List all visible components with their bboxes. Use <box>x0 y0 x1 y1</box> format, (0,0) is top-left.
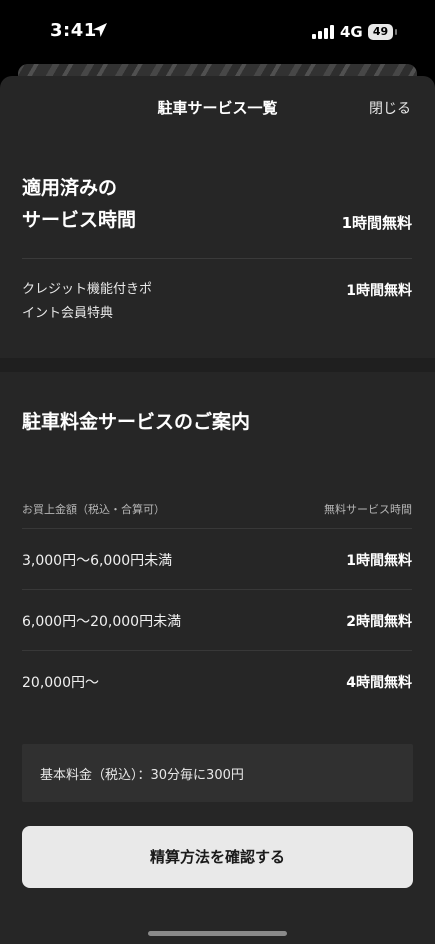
table-row: 3,000円〜6,000円未満 1時間無料 <box>22 528 412 589</box>
row-amount: 20,000円〜 <box>22 675 99 691</box>
row-amount: 3,000円〜6,000円未満 <box>22 553 173 569</box>
home-indicator <box>148 931 287 936</box>
row-free-time: 2時間無料 <box>346 614 412 630</box>
column-header-amount: お買上金額（税込・合算可） <box>22 503 165 516</box>
base-fee-text: 基本料金（税込）：30分毎に300円 <box>40 768 244 783</box>
applied-item-value: 1時間無料 <box>346 283 412 299</box>
divider <box>22 258 412 259</box>
close-button[interactable]: 閉じる <box>369 98 411 118</box>
applied-item-label: クレジット機能付きポ イント会員特典 <box>22 278 192 326</box>
applied-item-label-line2: イント会員特典 <box>22 306 114 321</box>
battery-level: 49 <box>368 24 393 40</box>
battery-nub <box>395 29 397 35</box>
row-free-time: 1時間無料 <box>346 553 412 569</box>
applied-service-title: 適用済みの サービス時間 <box>22 172 136 236</box>
location-arrow-icon <box>93 23 107 37</box>
confirm-payment-method-button[interactable]: 精算方法を確認する <box>22 826 413 888</box>
applied-title-line1: 適用済みの <box>22 177 118 199</box>
section-separator <box>0 358 435 372</box>
parking-service-sheet: 駐車サービス一覧 閉じる 適用済みの サービス時間 1時間無料 クレジット機能付… <box>0 76 435 944</box>
status-time: 3:41 <box>50 20 97 41</box>
battery-icon: 49 <box>368 24 398 40</box>
fee-guide-title: 駐車料金サービスのご案内 <box>22 411 251 433</box>
table-row: 20,000円〜 4時間無料 <box>22 650 412 711</box>
network-type: 4G <box>340 23 363 41</box>
fee-table: 3,000円〜6,000円未満 1時間無料 6,000円〜20,000円未満 2… <box>22 528 412 711</box>
base-fee-box: 基本料金（税込）：30分毎に300円 <box>22 744 413 802</box>
applied-title-line2: サービス時間 <box>22 209 137 231</box>
column-header-free-time: 無料サービス時間 <box>324 503 412 516</box>
cellular-signal-icon <box>312 25 334 39</box>
row-free-time: 4時間無料 <box>346 675 412 691</box>
applied-item-label-line1: クレジット機能付きポ <box>22 282 153 297</box>
table-row: 6,000円〜20,000円未満 2時間無料 <box>22 589 412 650</box>
sheet-header: 駐車サービス一覧 閉じる <box>0 76 435 138</box>
applied-total-value: 1時間無料 <box>341 214 412 232</box>
row-amount: 6,000円〜20,000円未満 <box>22 614 182 630</box>
status-bar: 3:41 4G 49 <box>0 0 435 62</box>
